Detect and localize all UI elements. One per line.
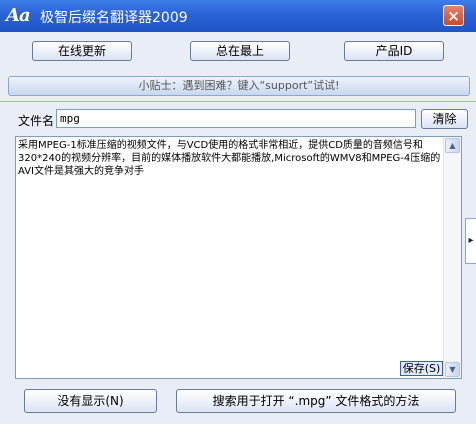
filename-label: 文件名: [18, 114, 55, 128]
divider: [0, 101, 476, 102]
search-open-method-button[interactable]: 搜索用于打开 “.mpg” 文件格式的方法: [176, 389, 456, 413]
scroll-down-icon[interactable]: ▼: [445, 362, 460, 377]
filename-input[interactable]: [56, 109, 416, 128]
always-on-top-button[interactable]: 总在最上: [190, 41, 290, 61]
window-title: 极智后缀名翻译器2009: [40, 10, 188, 26]
save-button[interactable]: 保存(S): [400, 361, 443, 376]
clear-button[interactable]: 清除: [421, 109, 468, 129]
vertical-scrollbar[interactable]: ▲ ▼: [443, 137, 461, 378]
description-textarea[interactable]: 采用MPEG-1标准压缩的视频文件，与VCD使用的格式非常相近，提供CD质量的音…: [15, 136, 462, 379]
side-panel-handle-icon[interactable]: ▸: [465, 218, 476, 264]
tip-banner: 小贴士：遇到困难？键入“support”试试!: [8, 76, 470, 96]
product-id-button[interactable]: 产品ID: [344, 41, 444, 61]
scroll-up-icon[interactable]: ▲: [445, 138, 460, 153]
title-bar[interactable]: Aa 极智后缀名翻译器2009 ×: [0, 0, 476, 32]
app-logo-icon: Aa: [6, 5, 31, 26]
description-text: 采用MPEG-1标准压缩的视频文件，与VCD使用的格式非常相近，提供CD质量的音…: [18, 140, 441, 177]
app-window: Aa 极智后缀名翻译器2009 × 在线更新 总在最上 产品ID 小贴士：遇到困…: [0, 0, 476, 424]
close-button[interactable]: ×: [443, 5, 464, 26]
no-display-button[interactable]: 没有显示(N): [24, 389, 157, 413]
online-update-button[interactable]: 在线更新: [32, 41, 132, 61]
